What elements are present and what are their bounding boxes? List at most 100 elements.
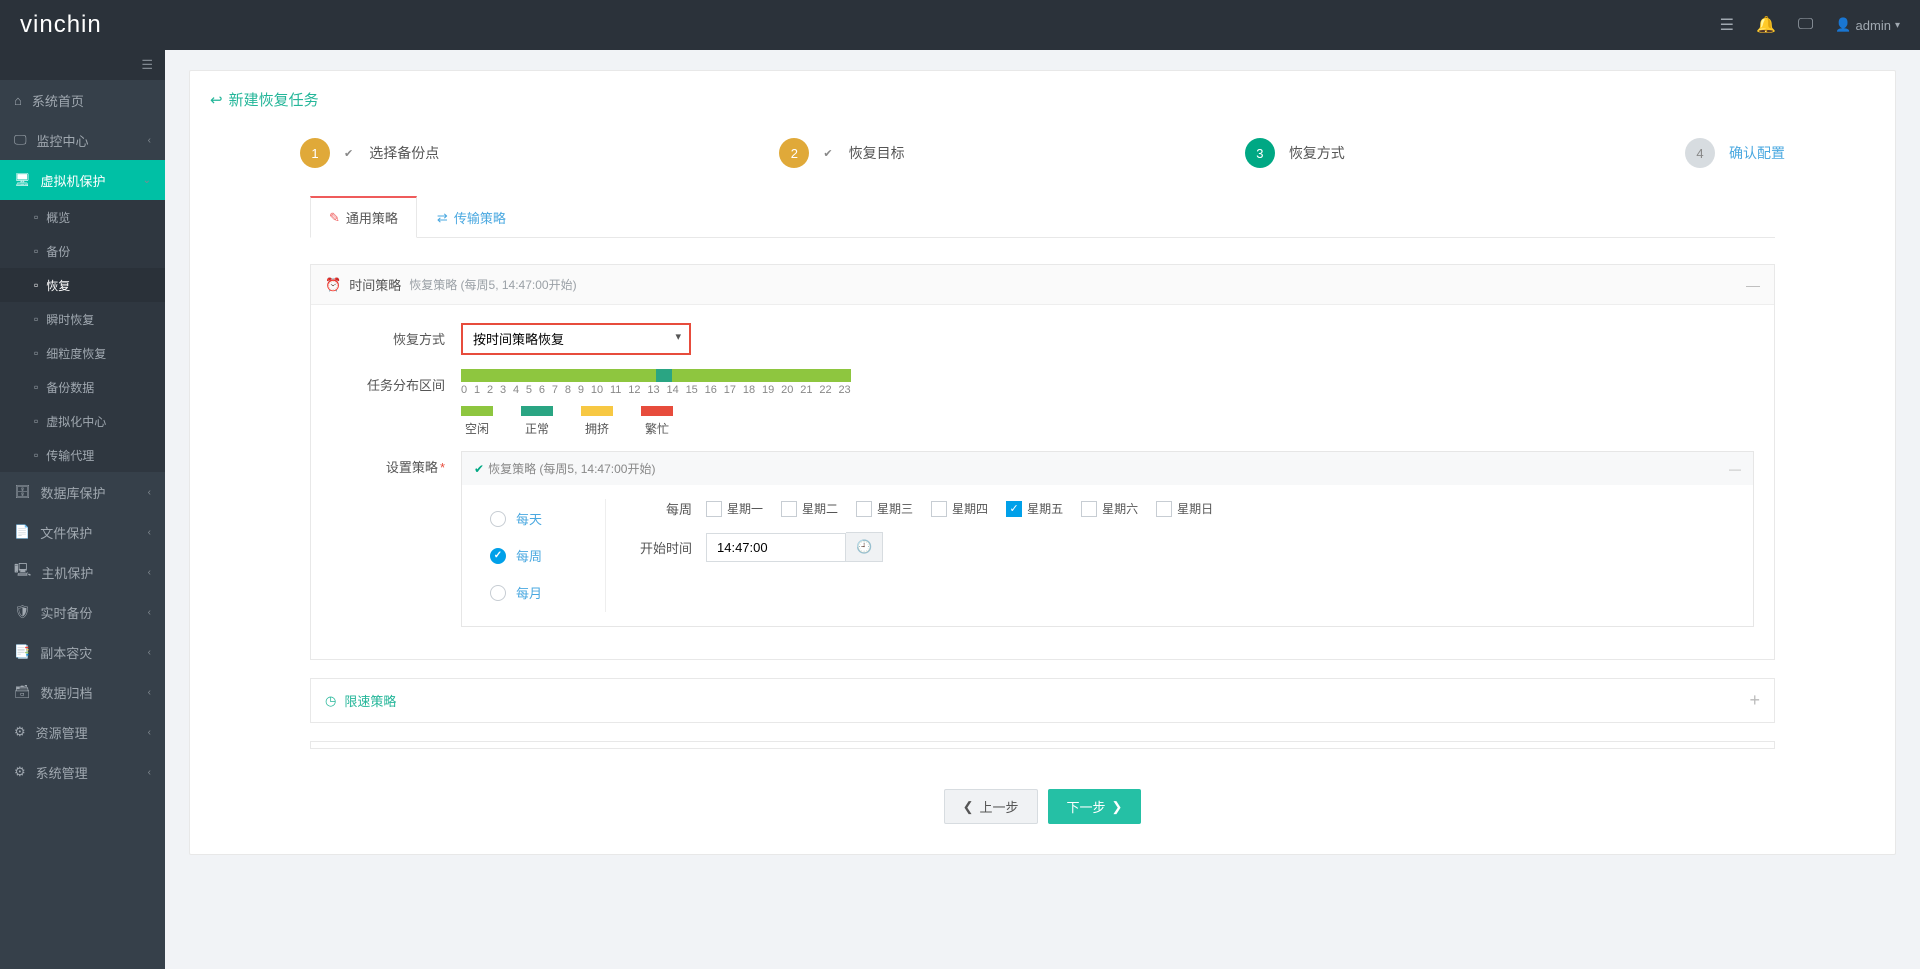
back-arrow-icon[interactable]: ↩	[210, 91, 223, 109]
legend-green: 空闲	[461, 406, 493, 437]
tab-icon: ✎	[329, 210, 340, 226]
next-icon: ❯	[1112, 799, 1123, 815]
restore-mode-select[interactable]: 按时间策略恢复	[461, 323, 691, 355]
chevron-icon: ‹	[148, 607, 151, 618]
checkbox-icon	[781, 501, 797, 517]
hour-tick: 5	[526, 384, 532, 396]
chevron-icon: ‹	[148, 487, 151, 498]
tab-icon: ⇄	[437, 210, 448, 226]
prev-button[interactable]: ❮上一步	[944, 789, 1038, 824]
radio-icon	[490, 511, 506, 527]
sidebar-item-9[interactable]: ⚙资源管理 ‹	[0, 712, 165, 752]
sidebar-collapse[interactable]: ☰	[0, 50, 165, 80]
radio-icon	[490, 585, 506, 601]
gauge-icon: ◷	[325, 693, 336, 709]
speed-limit-panel[interactable]: ◷限速策略 +	[310, 678, 1775, 723]
hour-tick: 10	[591, 384, 603, 396]
hour-tick: 17	[724, 384, 736, 396]
legend-yellow: 拥挤	[581, 406, 613, 437]
sub-icon: ▫	[34, 448, 38, 462]
next-button[interactable]: 下一步❯	[1048, 789, 1142, 824]
bell-icon[interactable]: 🔔	[1756, 15, 1776, 35]
check-icon: ✔	[344, 147, 353, 160]
hour-tick: 8	[565, 384, 571, 396]
legend-red: 繁忙	[641, 406, 673, 437]
sys-icon: ⚙	[14, 764, 26, 780]
hour-tick: 6	[539, 384, 545, 396]
chevron-icon: ‹	[148, 135, 151, 146]
hour-tick: 16	[705, 384, 717, 396]
hour-tick: 4	[513, 384, 519, 396]
sidebar: ☰ ⌂系统首页 🖵监控中心 ‹ 🖥虚拟机保护 ⌄ ▫概览▫备份▫恢复▫瞬时恢复▫…	[0, 50, 165, 969]
screen-icon[interactable]: 🖵	[1798, 16, 1813, 34]
sub-icon: ▫	[34, 312, 38, 326]
sidebar-sub-2-6[interactable]: ▫虚拟化中心	[0, 404, 165, 438]
day-1[interactable]: 星期二	[781, 500, 838, 517]
day-3[interactable]: 星期四	[931, 500, 988, 517]
chevron-icon: ‹	[148, 567, 151, 578]
panel-subtitle: 恢复策略 (每周5, 14:47:00开始)	[409, 276, 576, 293]
check-icon: ✔	[823, 147, 832, 160]
collapse-icon[interactable]: —	[1746, 277, 1760, 293]
hour-tick: 11	[610, 384, 621, 396]
hour-tick: 20	[781, 384, 793, 396]
freq-2[interactable]: 每月	[490, 583, 605, 602]
day-4[interactable]: ✓星期五	[1006, 500, 1063, 517]
chevron-icon: ‹	[148, 767, 151, 778]
sidebar-item-0[interactable]: ⌂系统首页	[0, 80, 165, 120]
policy-label: 设置策略*	[331, 451, 461, 476]
tab-1[interactable]: ⇄ 传输策略	[419, 196, 524, 237]
rt-icon: 🛡	[14, 604, 31, 620]
sub-icon: ▫	[34, 244, 38, 258]
step-3: 3 恢复方式	[1245, 138, 1345, 168]
step-1: 1 ✔ 选择备份点	[300, 138, 439, 168]
collapsed-panel	[310, 741, 1775, 749]
db-icon: 🗄	[14, 484, 31, 500]
sidebar-item-1[interactable]: 🖵监控中心 ‹	[0, 120, 165, 160]
sidebar-sub-2-1[interactable]: ▫备份	[0, 234, 165, 268]
freq-0[interactable]: 每天	[490, 509, 605, 528]
hour-tick: 9	[578, 384, 584, 396]
sidebar-item-6[interactable]: 🛡实时备份 ‹	[0, 592, 165, 632]
hour-tick: 12	[628, 384, 640, 396]
res-icon: ⚙	[14, 724, 26, 740]
start-time-input[interactable]	[706, 533, 846, 562]
sidebar-sub-2-0[interactable]: ▫概览	[0, 200, 165, 234]
day-6[interactable]: 星期日	[1156, 500, 1213, 517]
sidebar-item-7[interactable]: 📑副本容灾 ‹	[0, 632, 165, 672]
time-picker-button[interactable]: 🕘	[846, 532, 883, 562]
sidebar-item-3[interactable]: 🗄数据库保护 ‹	[0, 472, 165, 512]
policy-collapse-icon[interactable]: —	[1729, 462, 1741, 476]
sidebar-item-2[interactable]: 🖥虚拟机保护 ⌄	[0, 160, 165, 200]
sidebar-item-10[interactable]: ⚙系统管理 ‹	[0, 752, 165, 792]
step-4: 4 确认配置	[1685, 138, 1785, 168]
sub-icon: ▫	[34, 380, 38, 394]
sidebar-sub-2-4[interactable]: ▫细粒度恢复	[0, 336, 165, 370]
plus-icon[interactable]: +	[1749, 690, 1760, 711]
freq-1[interactable]: 每周	[490, 546, 605, 565]
day-2[interactable]: 星期三	[856, 500, 913, 517]
sub-icon: ▫	[34, 278, 38, 292]
file-icon: 📄	[14, 524, 30, 540]
sidebar-item-5[interactable]: 🖳主机保护 ‹	[0, 552, 165, 592]
checkbox-icon	[1156, 501, 1172, 517]
tab-0[interactable]: ✎ 通用策略	[310, 196, 417, 238]
day-5[interactable]: 星期六	[1081, 500, 1138, 517]
hour-tick: 18	[743, 384, 755, 396]
page-title: ↩ 新建恢复任务	[190, 89, 1895, 124]
sidebar-item-8[interactable]: 🗃数据归档 ‹	[0, 672, 165, 712]
sidebar-sub-2-5[interactable]: ▫备份数据	[0, 370, 165, 404]
policy-header: ✔恢复策略 (每周5, 14:47:00开始)	[474, 460, 655, 477]
sidebar-sub-2-2[interactable]: ▫恢复	[0, 268, 165, 302]
hour-tick: 23	[838, 384, 850, 396]
list-icon[interactable]: ☰	[1720, 15, 1734, 35]
checkbox-icon	[931, 501, 947, 517]
day-0[interactable]: 星期一	[706, 500, 763, 517]
sidebar-sub-2-7[interactable]: ▫传输代理	[0, 438, 165, 472]
sidebar-item-4[interactable]: 📄文件保护 ‹	[0, 512, 165, 552]
hour-tick: 7	[552, 384, 558, 396]
sidebar-sub-2-3[interactable]: ▫瞬时恢复	[0, 302, 165, 336]
sub-icon: ▫	[34, 346, 38, 360]
user-menu[interactable]: 👤 admin ▾	[1835, 17, 1900, 33]
chevron-icon: ⌄	[143, 175, 151, 186]
